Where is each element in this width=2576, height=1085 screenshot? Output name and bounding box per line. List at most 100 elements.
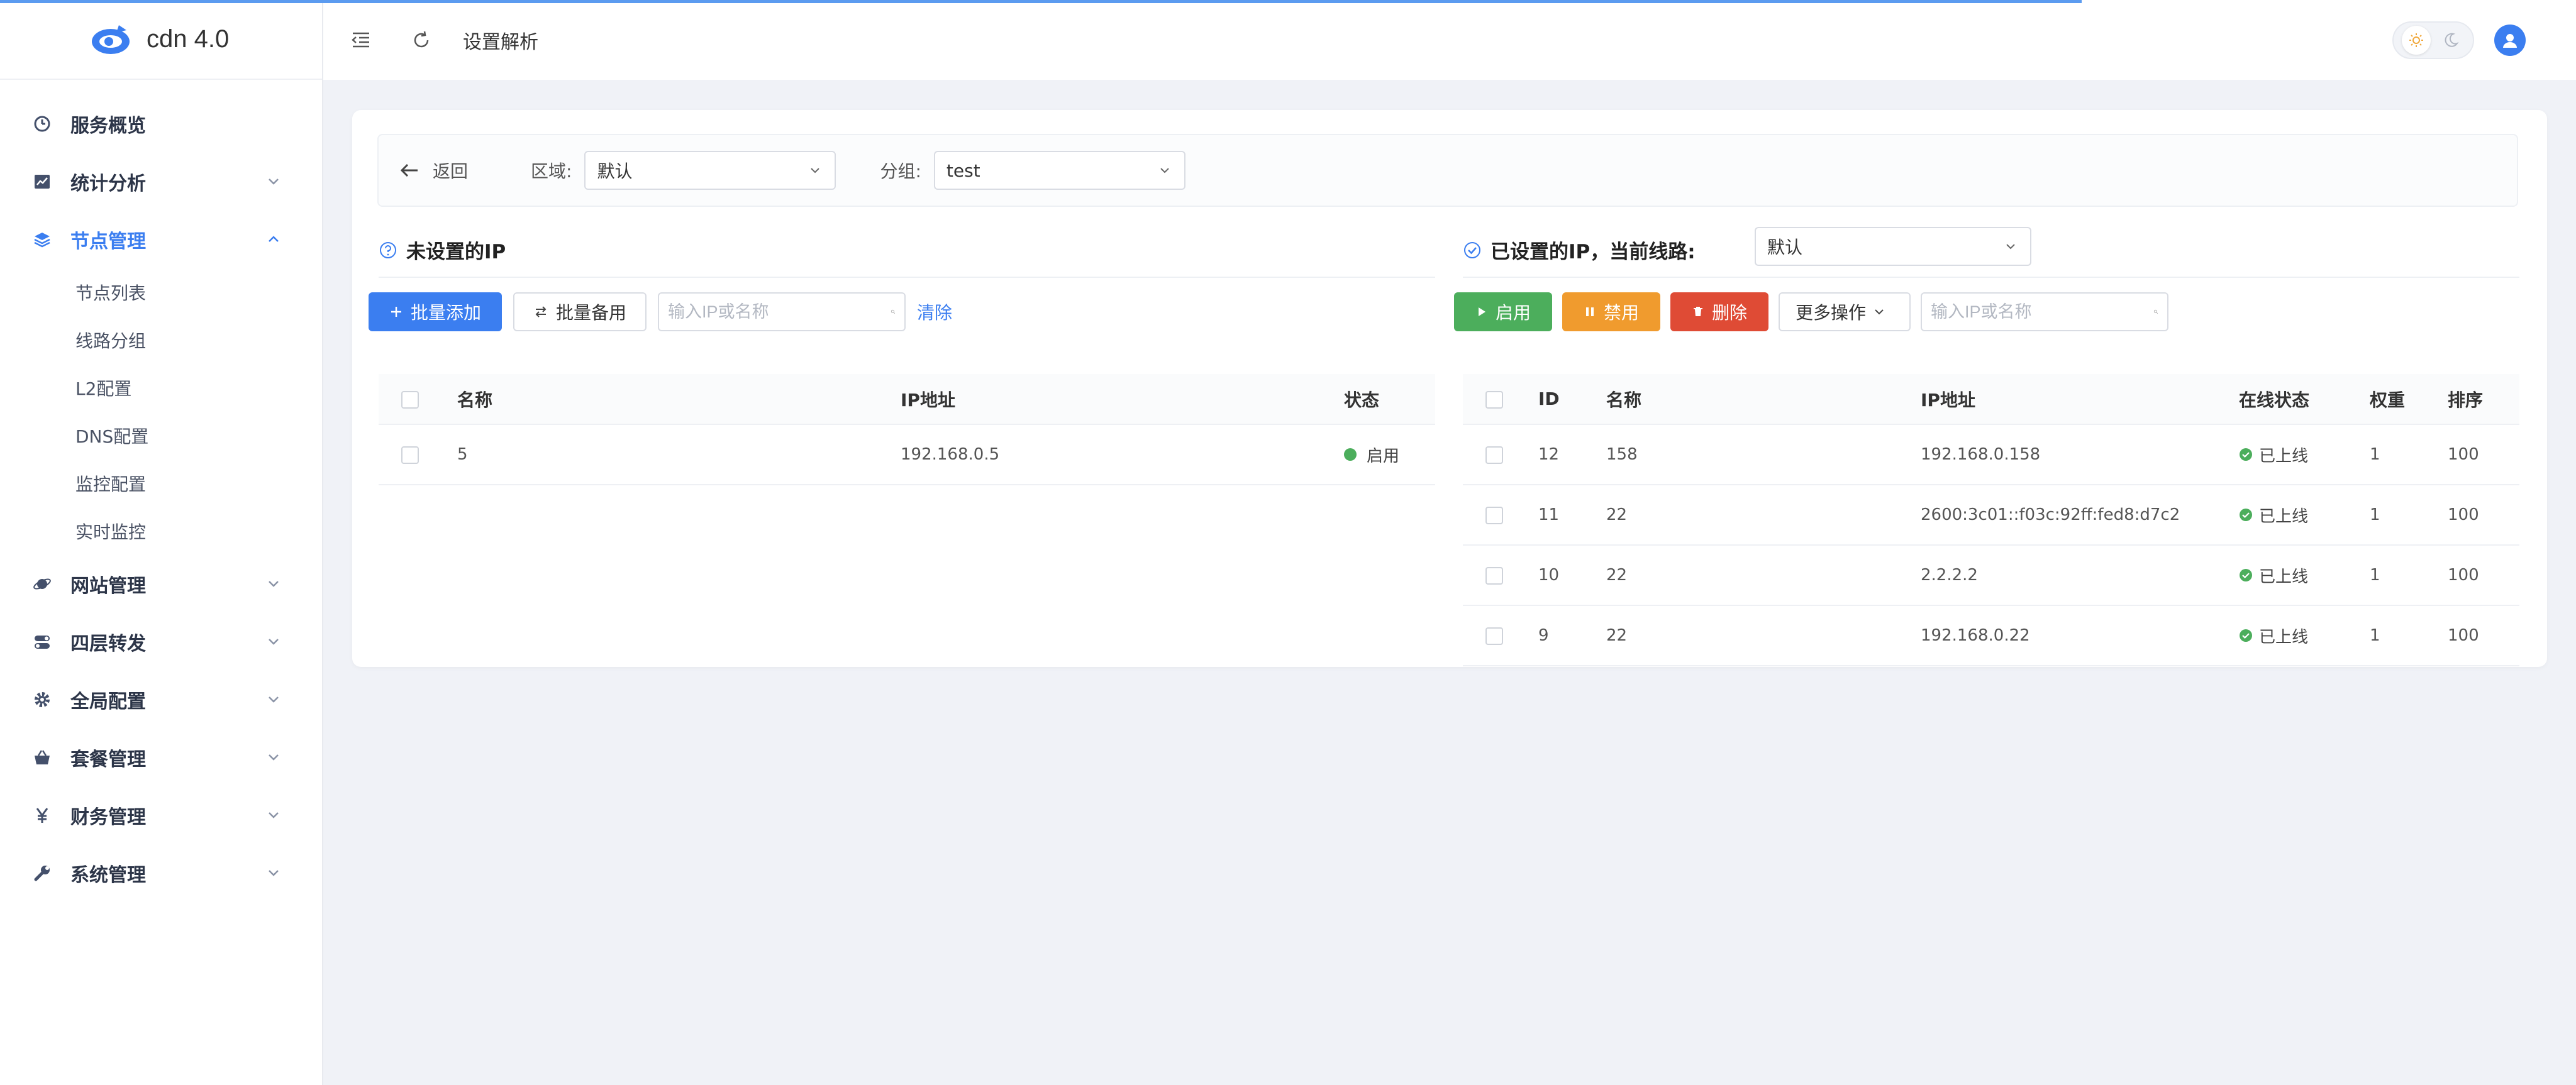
row-checkbox[interactable] [1485,566,1503,585]
table-row[interactable]: 5 192.168.0.5 启用 [379,424,1435,485]
more-actions-button[interactable]: 更多操作 [1779,292,1911,331]
cell-id: 9 [1538,605,1606,666]
table-row[interactable]: 11 22 2600:3c01::f03c:92ff:fed8:d7c2 已上线… [1463,485,2519,546]
group-select[interactable]: test [933,151,1185,190]
collapse-menu-button[interactable] [342,21,380,59]
line-select[interactable]: 默认 [1755,227,2031,266]
sidebar: cdn 4.0 服务概览 统计分析 节点管理 节点列表 线路分组 L2配置 DN… [0,0,323,1085]
right-pane-divider [1463,277,2519,278]
cell-weight: 1 [2370,424,2448,485]
sidebar-item-nodes[interactable]: 节点管理 [0,211,322,268]
pause-icon [1585,307,1594,316]
sidebar-item-label: 财务管理 [70,807,146,829]
cell-name: 158 [1606,424,1921,485]
theme-toggle[interactable] [2392,21,2474,59]
enable-button[interactable]: 启用 [1454,292,1552,331]
sidebar-subitem-dns-config[interactable]: DNS配置 [0,412,322,460]
table-header-row: 名称 IP地址 状态 [379,374,1435,425]
batch-add-button[interactable]: 批量添加 [369,292,502,331]
refresh-button[interactable] [402,21,440,59]
left-search-input[interactable] [668,302,891,322]
col-online-status: 在线状态 [2239,374,2370,425]
row-checkbox[interactable] [1485,627,1503,645]
status-badge: 已上线 [2239,624,2308,647]
table-row[interactable]: 10 22 2.2.2.2 已上线 1 100 [1463,545,2519,606]
col-ip: IP地址 [1921,374,2239,425]
yen-icon [31,805,53,826]
right-toolbar: 启用 禁用 删除 更多操作 [1454,292,2168,331]
chevron-down-icon [269,697,279,703]
select-all-cell [379,374,457,425]
user-avatar[interactable] [2494,25,2526,56]
unassigned-ip-table: 名称 IP地址 状态 5 192.168.0.5 启用 [379,374,1435,485]
status-badge: 已上线 [2239,504,2308,527]
layers-icon [31,229,53,250]
right-search-box [1921,292,2168,331]
sidebar-item-overview[interactable]: 服务概览 [0,95,322,153]
row-select-cell [1463,424,1538,485]
clear-link[interactable]: 清除 [917,299,952,324]
cell-order: 100 [2448,545,2519,606]
status-dot [1344,448,1357,461]
sidebar-item-label: 套餐管理 [70,749,146,771]
wrench-icon [31,862,53,884]
cell-status: 启用 [1344,424,1435,485]
sidebar-subitem-node-list[interactable]: 节点列表 [0,268,322,316]
sidebar-item-system[interactable]: 系统管理 [0,844,322,902]
row-checkbox[interactable] [401,446,419,464]
sidebar-item-stats[interactable]: 统计分析 [0,153,322,211]
delete-label: 删除 [1711,302,1747,323]
sidebar-subitem-monitor-config[interactable]: 监控配置 [0,460,322,507]
right-search-input[interactable] [1931,302,2153,322]
sidebar-item-sites[interactable]: 网站管理 [0,555,322,613]
group-label: 分组: [880,161,921,182]
table-row[interactable]: 12 158 192.168.0.158 已上线 1 100 [1463,424,2519,485]
row-checkbox[interactable] [1485,506,1503,524]
col-name: 名称 [1606,374,1921,425]
user-icon [2503,34,2517,48]
status-text: 启用 [1367,446,1400,466]
back-label: 返回 [433,161,469,182]
cell-order: 100 [2448,424,2519,485]
assigned-ip-title-text: 已设置的IP，当前线路: [1491,241,1696,263]
status-text: 已上线 [2259,567,2309,587]
cell-order: 100 [2448,485,2519,546]
delete-button[interactable]: 删除 [1670,292,1768,331]
row-checkbox[interactable] [1485,446,1503,464]
sidebar-item-finance[interactable]: 财务管理 [0,786,322,844]
sidebar-item-label: 节点管理 [70,231,146,253]
col-id: ID [1538,374,1606,425]
sidebar-subitem-l2-config[interactable]: L2配置 [0,364,322,412]
sidebar-subitem-line-groups[interactable]: 线路分组 [0,316,322,364]
logo-area[interactable]: cdn 4.0 [0,0,322,80]
cell-ip: 192.168.0.5 [901,424,1344,485]
refresh-icon [414,31,429,47]
area-select[interactable]: 默认 [584,151,836,190]
col-name: 名称 [457,374,901,425]
col-status: 状态 [1344,374,1435,425]
batch-backup-button[interactable]: 批量备用 [513,292,647,331]
disable-button[interactable]: 禁用 [1562,292,1660,331]
chevron-down-icon [269,581,279,587]
search-icon[interactable] [891,304,896,320]
status-text: 已上线 [2259,507,2309,526]
table-header-row: ID 名称 IP地址 在线状态 权重 排序 [1463,374,2519,425]
sidebar-subitem-realtime-monitor[interactable]: 实时监控 [0,507,322,555]
sidebar-item-label: 系统管理 [70,864,146,886]
back-button[interactable]: 返回 [399,158,468,183]
left-toolbar: 批量添加 批量备用 清除 [369,292,952,331]
chart-icon [31,171,53,192]
sidebar-item-global-config[interactable]: 全局配置 [0,671,322,729]
cell-name: 22 [1606,485,1921,546]
cell-ip: 192.168.0.22 [1921,605,2239,666]
cell-id: 11 [1538,485,1606,546]
select-all-checkbox[interactable] [1485,391,1503,409]
sidebar-item-packages[interactable]: 套餐管理 [0,729,322,786]
select-all-checkbox[interactable] [401,391,419,409]
moon-icon [2436,26,2465,55]
search-icon[interactable] [2153,304,2158,320]
chevron-down-icon [1160,168,1169,173]
table-row[interactable]: 9 22 192.168.0.22 已上线 1 100 [1463,605,2519,666]
sidebar-item-l4-forward[interactable]: 四层转发 [0,613,322,671]
row-select-cell [379,424,457,485]
